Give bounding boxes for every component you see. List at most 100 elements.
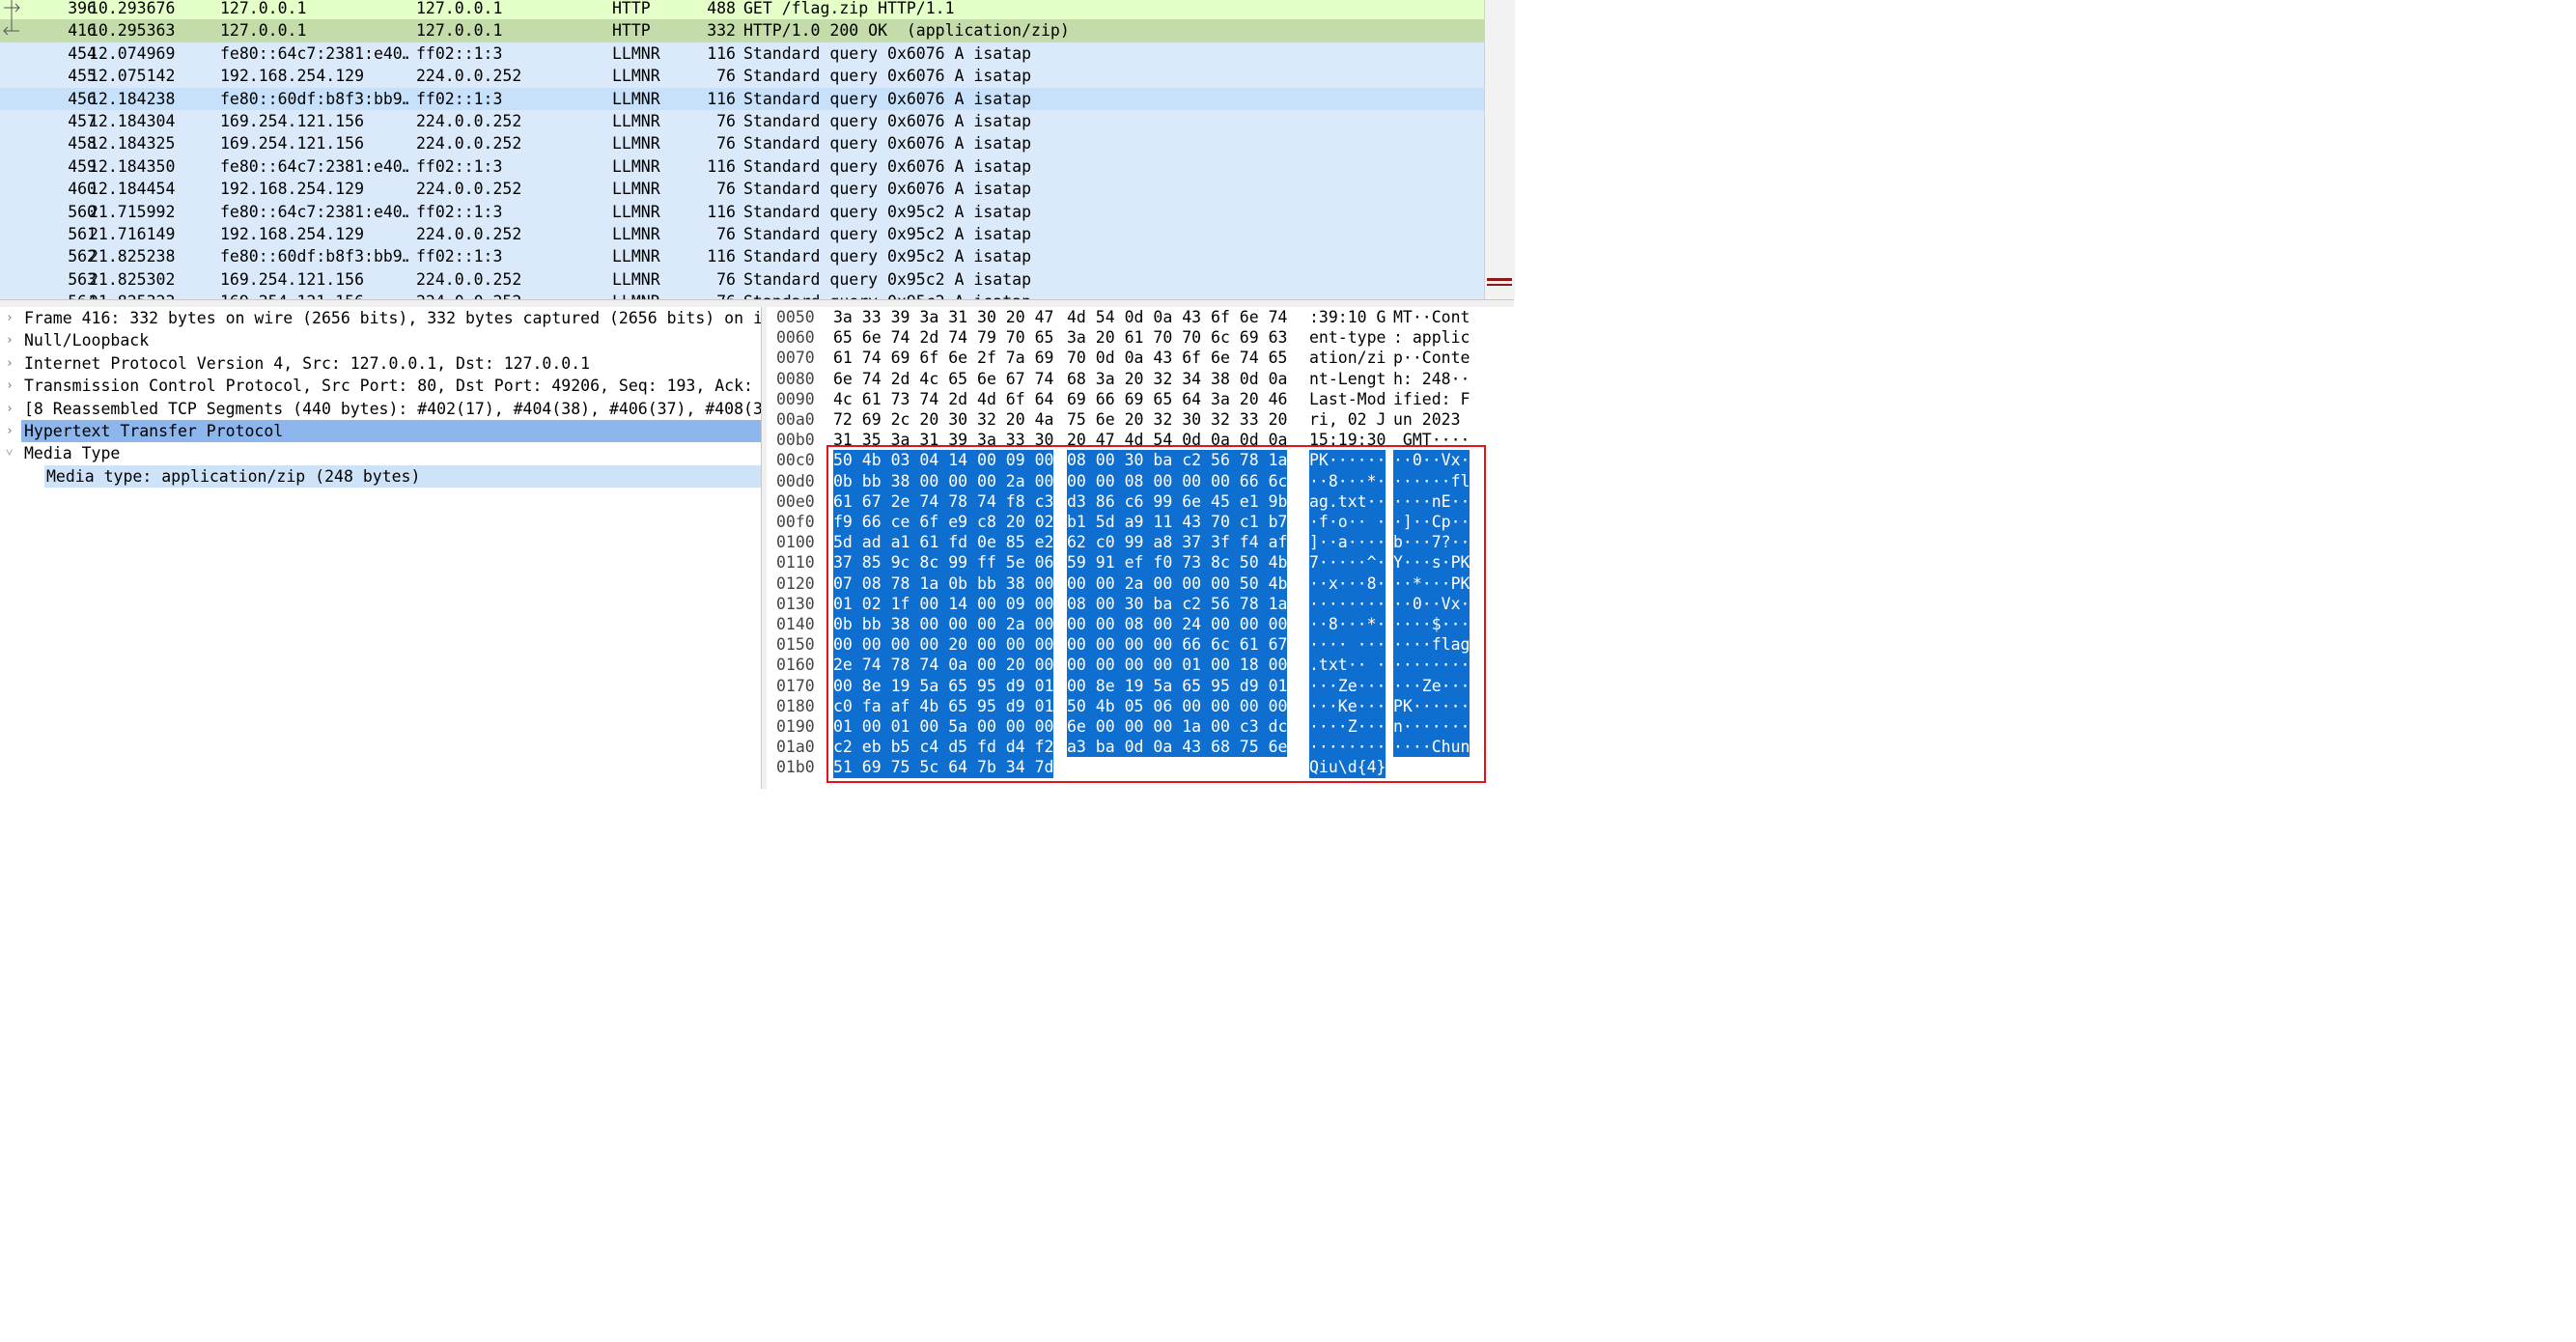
packet-info: Standard query 0x6076 A isatap — [743, 180, 1032, 199]
packet-number: 455 — [68, 67, 97, 86]
collapse-chevron-icon[interactable]: ˅ — [6, 442, 17, 464]
packet-row[interactable]: 459 12.184350 fe80::64c7:2381:e40… ff02::1:… — [0, 154, 1484, 179]
detail-row[interactable]: › Frame 416: 332 bytes on wire (2656 bits… — [0, 307, 761, 329]
hex-bytes-group2: 68 3a 20 32 34 38 0d 0a — [1067, 369, 1288, 388]
packet-source: 169.254.121.156 — [220, 269, 365, 289]
packet-protocol: LLMNR — [612, 269, 660, 289]
packet-destination: 127.0.0.1 — [416, 0, 503, 17]
packet-row[interactable]: 560 21.715992 fe80::64c7:2381:e40… ff02::1:… — [0, 200, 1484, 223]
packet-destination: 224.0.0.252 — [416, 134, 522, 154]
hex-offset: 0090 — [776, 389, 815, 408]
packet-protocol: LLMNR — [612, 180, 660, 199]
packet-row[interactable]: 455 12.075142 192.168.254.129 224.0.0.252 LL… — [0, 65, 1484, 88]
packet-length: 116 — [707, 247, 736, 266]
hex-row[interactable]: 00a0 72 69 2c 20 30 32 20 4a 75 6e 20 32 3… — [767, 409, 1514, 430]
packet-destination: 224.0.0.252 — [416, 112, 522, 130]
ascii-group2: MT··Cont — [1393, 308, 1470, 326]
detail-text: Transmission Control Protocol, Src Port:… — [24, 377, 761, 396]
packet-destination: 224.0.0.252 — [416, 225, 522, 243]
packet-row[interactable]: 561 21.716149 192.168.254.129 224.0.0.252 LL… — [0, 223, 1484, 246]
packet-protocol: LLMNR — [612, 291, 660, 299]
packet-row[interactable]: 460 12.184454 192.168.254.129 224.0.0.252 LL… — [0, 178, 1484, 201]
detail-row[interactable]: › Hypertext Transfer Protocol — [6, 420, 761, 443]
hex-bytes-group2: 69 66 69 65 64 3a 20 46 — [1067, 389, 1288, 408]
hex-offset: 0180 — [776, 696, 815, 715]
detail-text: [8 Reassembled TCP Segments (440 bytes):… — [24, 399, 761, 418]
hex-offset: 0140 — [776, 615, 815, 633]
packet-info: Standard query 0x6076 A isatap — [743, 134, 1032, 154]
expand-chevron-icon[interactable]: › — [6, 329, 17, 351]
detail-row[interactable]: › Null/Loopback — [0, 329, 761, 351]
hex-offset: 0160 — [776, 656, 815, 675]
detail-row[interactable]: Media type: application/zip (248 bytes) — [0, 464, 761, 489]
packet-list-scrollbar[interactable] — [1484, 0, 1515, 299]
packet-time: 21.825323 — [89, 291, 175, 299]
ascii-group1: ent-type — [1309, 328, 1386, 348]
ascii-group1: :39:10 G — [1309, 308, 1386, 326]
hex-row[interactable]: 0090 4c 61 73 74 2d 4d 6f 64 69 66 69 65 6… — [767, 389, 1514, 409]
packet-destination: 224.0.0.252 — [416, 67, 522, 86]
packet-destination: 224.0.0.252 — [416, 291, 521, 299]
packet-destination: ff02::1:3 — [416, 202, 503, 221]
hex-bytes-group2: 4d 54 0d 0a 43 6f 6e 74 — [1067, 308, 1288, 326]
packet-number: 564 — [0, 291, 97, 299]
packet-number: 460 — [68, 180, 97, 199]
hex-bytes-group1: 72 69 2c 20 30 32 20 4a — [833, 410, 1054, 429]
expand-chevron-icon[interactable]: › — [6, 307, 17, 329]
packet-destination: ff02::1:3 — [416, 43, 503, 63]
packet-details[interactable]: › Frame 416: 332 bytes on wire (2656 bits… — [0, 307, 761, 789]
hex-bytes-group1: 65 6e 74 2d 74 79 70 65 — [833, 328, 1054, 348]
detail-text: Media type: application/zip (248 bytes) — [44, 464, 761, 489]
hex-offset: 00b0 — [776, 431, 815, 450]
packet-protocol: LLMNR — [612, 67, 660, 86]
packet-row[interactable]: 396 10.293676 127.0.0.1 127.0.0.1 HTTP 488 GET… — [0, 0, 1484, 20]
packet-info: Standard query 0x95c2 A isatap — [743, 269, 1032, 289]
packet-protocol: HTTP — [612, 0, 651, 17]
hex-offset: 01b0 — [776, 758, 815, 777]
packet-row[interactable]: 454 12.074969 fe80::64c7:2381:e40… ff02::1:… — [0, 42, 1484, 66]
expand-chevron-icon[interactable]: › — [6, 420, 17, 442]
ascii-group1: ation/zi — [1309, 349, 1386, 368]
detail-row[interactable]: › Transmission Control Protocol, Src Port… — [0, 375, 761, 397]
packet-row[interactable]: 456 12.184238 fe80::60df:b8f3:bb9… ff02::1:… — [0, 87, 1484, 110]
packet-number: 457 — [68, 112, 97, 130]
packet-row[interactable]: 416 10.295363 127.0.0.1 127.0.0.1 HTTP 332 HTT… — [0, 19, 1484, 42]
packet-destination: 224.0.0.252 — [416, 180, 522, 199]
packet-source: fe80::60df:b8f3:bb9… — [220, 89, 409, 108]
expand-chevron-icon[interactable]: › — [6, 375, 17, 397]
hex-bytes-group1: 4c 61 73 74 2d 4d 6f 64 — [833, 389, 1054, 408]
hex-offset: 0060 — [776, 328, 815, 348]
packet-row[interactable]: 562 21.825238 fe80::60df:b8f3:bb9… ff02::1:… — [0, 245, 1484, 268]
packet-time: 10.295363 — [89, 21, 176, 41]
packet-length: 488 — [707, 0, 736, 17]
hex-bytes-group2: 70 0d 0a 43 6f 6e 74 65 — [1067, 349, 1288, 368]
packet-time: 12.184238 — [89, 89, 176, 108]
detail-text: Media Type — [24, 444, 121, 463]
hex-offset: 00a0 — [776, 410, 815, 429]
packet-length: 76 — [716, 180, 736, 199]
packet-destination: 224.0.0.252 — [416, 269, 522, 289]
packet-time: 12.184304 — [89, 112, 176, 130]
packet-list[interactable]: 396 10.293676 127.0.0.1 127.0.0.1 HTTP 488 GET… — [0, 0, 1484, 299]
hex-offset: 0080 — [776, 369, 815, 388]
packet-number: 456 — [68, 89, 97, 108]
detail-row[interactable]: › [8 Reassembled TCP Segments (440 bytes)… — [0, 398, 761, 420]
packet-row[interactable]: 56421.825323 169.254.121.156 224.0.0.252 LL… — [0, 291, 1484, 299]
hex-row[interactable]: 0070 61 74 69 6f 6e 2f 7a 69 70 0d 0a 43 6… — [767, 348, 1514, 368]
packet-row[interactable]: 458 12.184325 169.254.121.156 224.0.0.252 LL… — [0, 132, 1484, 155]
expand-chevron-icon[interactable]: › — [6, 398, 17, 420]
hex-row[interactable]: 0080 6e 74 2d 4c 65 6e 67 74 68 3a 20 32 3… — [767, 369, 1514, 389]
expand-chevron-icon[interactable]: › — [6, 352, 17, 375]
detail-text: Frame 416: 332 bytes on wire (2656 bits)… — [24, 309, 761, 327]
packet-row[interactable]: 563 21.825302 169.254.121.156 224.0.0.252 LL… — [0, 267, 1484, 292]
packet-number: 562 — [68, 247, 97, 266]
detail-row[interactable]: ˅ Media Type — [0, 442, 761, 464]
packet-row[interactable]: 457 12.184304 169.254.121.156 224.0.0.252 LL… — [0, 110, 1484, 133]
detail-text: Null/Loopback — [24, 331, 150, 350]
hex-row[interactable]: 0050 3a 33 39 3a 31 30 20 47 4d 54 0d 0a 4… — [767, 307, 1514, 327]
hex-row[interactable]: 0060 65 6e 74 2d 74 79 70 65 3a 20 61 70 7… — [767, 327, 1514, 348]
detail-row[interactable]: › Internet Protocol Version 4, Src: 127.0… — [0, 352, 761, 375]
packet-length: 76 — [716, 225, 736, 243]
packet-time: 12.184325 — [89, 134, 176, 154]
hex-bytes-group1: 6e 74 2d 4c 65 6e 67 74 — [833, 369, 1054, 388]
